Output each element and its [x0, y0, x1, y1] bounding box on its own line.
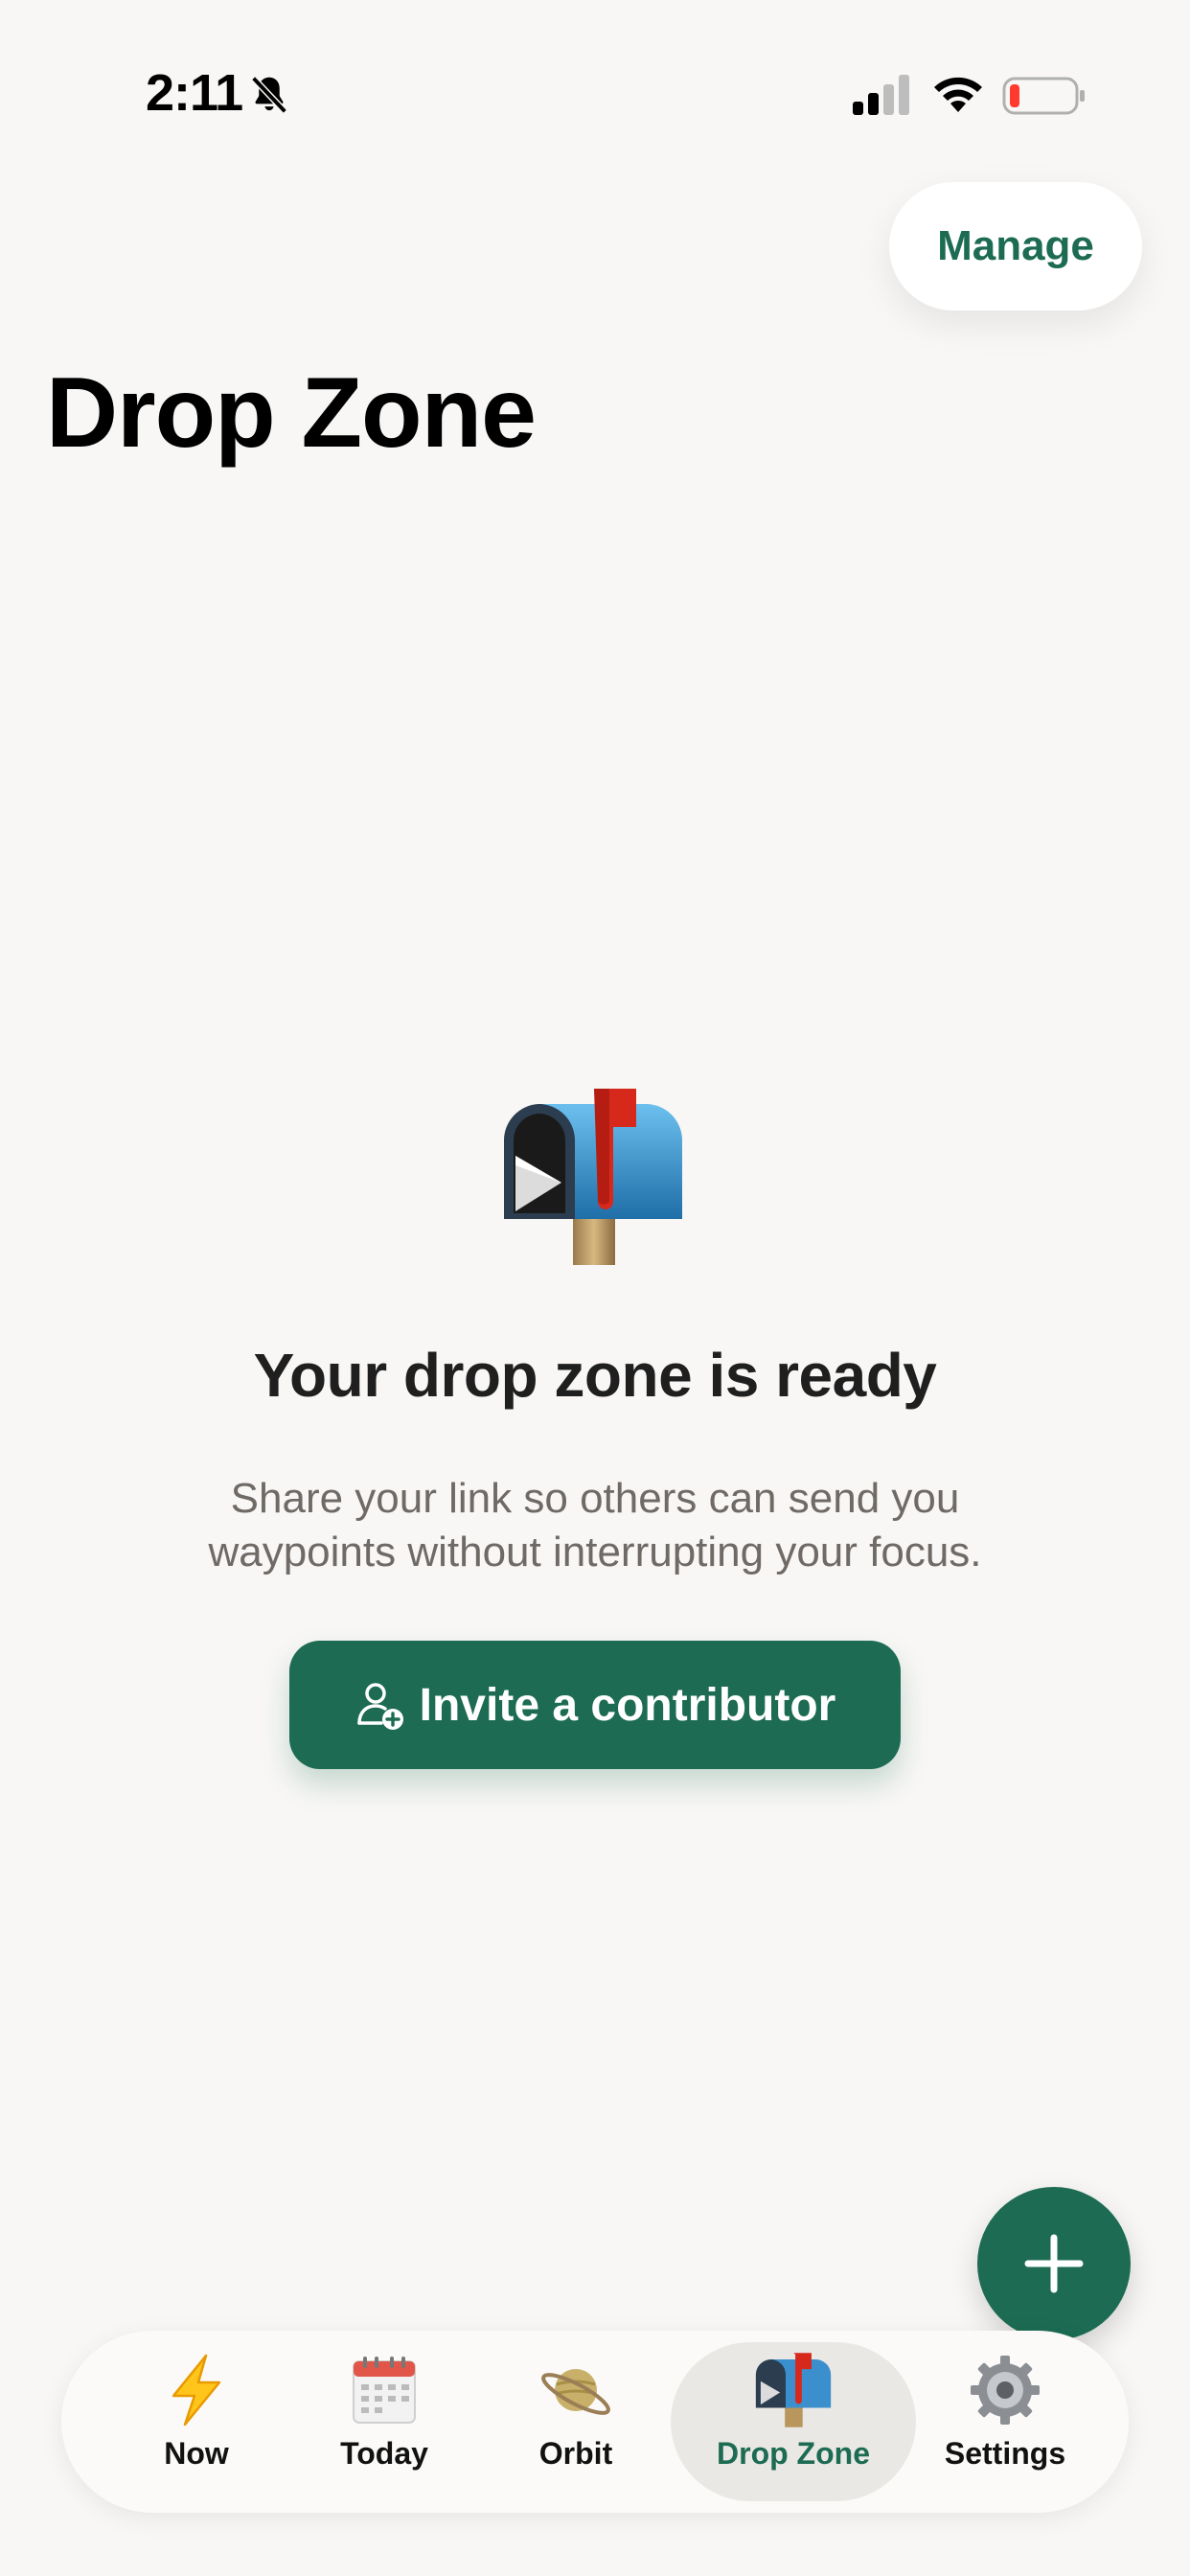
- screen: 2:11 Manage Drop Zone Your drop zone is …: [0, 0, 1190, 2576]
- tab-orbit[interactable]: Orbit: [487, 2342, 665, 2501]
- tab-bar: Now Today Orbit Drop Zone Settings: [61, 2331, 1129, 2513]
- empty-state-title: Your drop zone is ready: [253, 1341, 937, 1410]
- bell-slash-icon: [251, 76, 287, 114]
- tab-label-orbit: Orbit: [538, 2436, 613, 2471]
- tab-now[interactable]: Now: [107, 2342, 286, 2501]
- empty-state-line-2: waypoints without interrupting your focu…: [208, 1529, 982, 1576]
- wifi-icon: [934, 77, 982, 112]
- planet-icon: [541, 2369, 610, 2415]
- status-time: 2:11: [146, 64, 243, 122]
- empty-state-description: Share your link so others can send you w…: [116, 1472, 1074, 1579]
- add-person-icon: [356, 1683, 403, 1730]
- invite-contributor-label: Invite a contributor: [419, 1679, 836, 1731]
- mailbox-icon: [755, 2353, 832, 2427]
- tab-settings[interactable]: Settings: [916, 2342, 1094, 2501]
- cellular-signal-icon: [853, 75, 909, 115]
- mailbox-icon: [503, 1089, 682, 1265]
- battery-icon: [1002, 77, 1085, 115]
- empty-state-line-1: Share your link so others can send you: [230, 1475, 960, 1522]
- status-bar: 2:11: [0, 0, 1190, 192]
- plus-icon: [1024, 2234, 1084, 2293]
- tab-today[interactable]: Today: [295, 2342, 473, 2501]
- manage-button[interactable]: Manage: [889, 182, 1142, 310]
- tab-label-now: Now: [164, 2436, 229, 2471]
- tab-drop-zone[interactable]: Drop Zone: [671, 2342, 916, 2501]
- tab-label-today: Today: [340, 2436, 428, 2471]
- gear-icon: [971, 2356, 1040, 2425]
- lightning-icon: [172, 2354, 221, 2426]
- page-title: Drop Zone: [46, 357, 537, 469]
- invite-contributor-button[interactable]: Invite a contributor: [289, 1641, 901, 1769]
- tab-label-drop-zone: Drop Zone: [717, 2436, 870, 2471]
- calendar-icon: [353, 2357, 416, 2424]
- add-fab-button[interactable]: [977, 2187, 1131, 2340]
- tab-label-settings: Settings: [944, 2436, 1066, 2471]
